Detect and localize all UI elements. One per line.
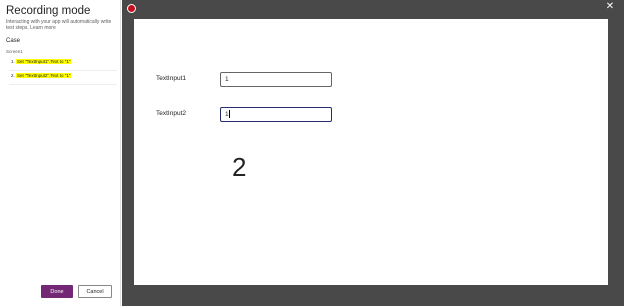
test-step-label: Set "TextInput1".Text to "1": [16, 59, 72, 64]
test-step[interactable]: 1. Set "TextInput1".Text to "1": [9, 58, 117, 71]
test-step-number: 1.: [11, 59, 15, 64]
textinput2-field[interactable]: 1: [220, 107, 332, 122]
textinput1-field[interactable]: 1: [220, 72, 332, 87]
text-cursor: [228, 110, 230, 119]
test-step[interactable]: 2. Set "TextInput2".Text to "1": [9, 72, 117, 85]
test-step-label: Set "TextInput2".Text to "1": [16, 73, 72, 78]
done-button[interactable]: Done: [41, 285, 73, 298]
recording-panel: Recording mode Interacting with your app…: [0, 0, 121, 306]
record-dot-icon: [127, 4, 136, 13]
textinput1-label: TextInput1: [156, 75, 186, 82]
test-step-text: 2. Set "TextInput2".Text to "1": [11, 73, 72, 79]
case-label: Case: [6, 38, 21, 44]
textinput1-value: 1: [225, 76, 229, 83]
test-steps-list: 1. Set "TextInput1".Text to "1" 2. Set "…: [9, 58, 117, 86]
cancel-button[interactable]: Cancel: [78, 285, 112, 298]
app-window: Recording mode Interacting with your app…: [0, 0, 624, 306]
textinput2-label: TextInput2: [156, 110, 186, 117]
app-preview-stage: ✕ TextInput1 1 TextInput2 1 2: [122, 0, 624, 306]
close-icon[interactable]: ✕: [604, 1, 616, 13]
test-step-text: 1. Set "TextInput1".Text to "1": [11, 59, 72, 65]
app-canvas: TextInput1 1 TextInput2 1 2: [134, 19, 608, 285]
screen-label: Screen1: [6, 49, 23, 54]
panel-title: Recording mode: [6, 5, 91, 17]
panel-description: Interacting with your app will automatic…: [6, 19, 112, 31]
sum-label: 2: [232, 152, 247, 182]
test-step-number: 2.: [11, 73, 15, 78]
